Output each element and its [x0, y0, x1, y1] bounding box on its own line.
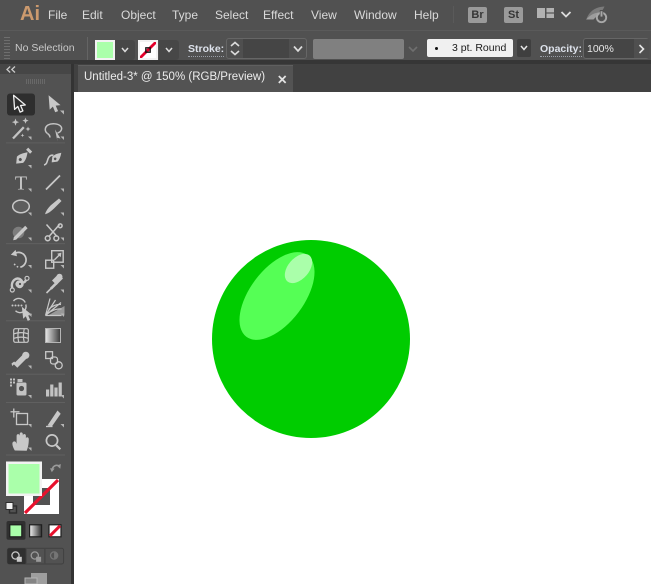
svg-text:T: T — [15, 172, 27, 194]
